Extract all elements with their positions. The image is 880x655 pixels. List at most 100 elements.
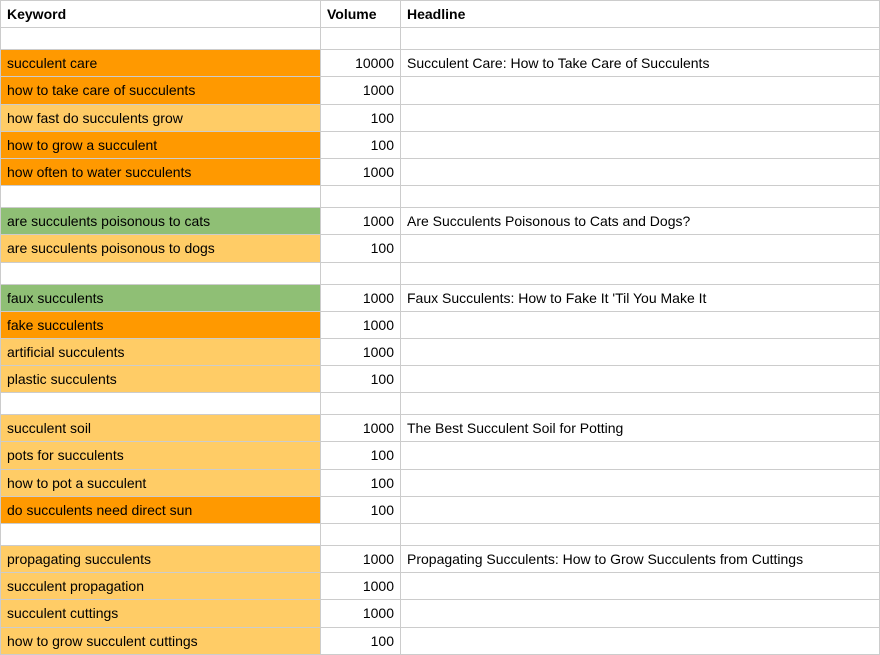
volume-cell[interactable]: 1000 xyxy=(321,77,401,104)
volume-cell[interactable]: 1000 xyxy=(321,573,401,600)
headline-cell[interactable] xyxy=(401,573,880,600)
spreadsheet-cell[interactable] xyxy=(1,28,321,50)
headline-cell[interactable]: Propagating Succulents: How to Grow Succ… xyxy=(401,546,880,573)
volume-cell[interactable]: 1000 xyxy=(321,311,401,338)
spreadsheet-cell[interactable] xyxy=(1,262,321,284)
keyword-cell[interactable]: how fast do succulents grow xyxy=(1,104,321,131)
spreadsheet-cell[interactable] xyxy=(321,186,401,208)
table-row: succulent cuttings1000 xyxy=(1,600,880,627)
table-row: do succulents need direct sun100 xyxy=(1,496,880,523)
keyword-cell[interactable]: pots for succulents xyxy=(1,442,321,469)
keyword-cell[interactable]: how to grow a succulent xyxy=(1,131,321,158)
keyword-cell[interactable]: succulent propagation xyxy=(1,573,321,600)
headline-cell[interactable] xyxy=(401,311,880,338)
headline-cell[interactable]: Faux Succulents: How to Fake It 'Til You… xyxy=(401,284,880,311)
keyword-cell[interactable]: do succulents need direct sun xyxy=(1,496,321,523)
table-body: succulent care10000Succulent Care: How t… xyxy=(1,28,880,655)
keyword-cell[interactable]: faux succulents xyxy=(1,284,321,311)
headline-cell[interactable] xyxy=(401,77,880,104)
headline-cell[interactable] xyxy=(401,131,880,158)
volume-cell[interactable]: 100 xyxy=(321,131,401,158)
keyword-cell[interactable]: how to take care of succulents xyxy=(1,77,321,104)
header-volume[interactable]: Volume xyxy=(321,1,401,28)
keyword-cell[interactable]: are succulents poisonous to cats xyxy=(1,208,321,235)
headline-cell[interactable] xyxy=(401,442,880,469)
table-row xyxy=(1,28,880,50)
headline-cell[interactable]: The Best Succulent Soil for Potting xyxy=(401,415,880,442)
table-row: how to take care of succulents1000 xyxy=(1,77,880,104)
keyword-cell[interactable]: succulent soil xyxy=(1,415,321,442)
table-row: artificial succulents1000 xyxy=(1,338,880,365)
headline-cell[interactable] xyxy=(401,366,880,393)
spreadsheet-cell[interactable] xyxy=(1,524,321,546)
table-row: how to pot a succulent100 xyxy=(1,469,880,496)
headline-cell[interactable] xyxy=(401,469,880,496)
keyword-cell[interactable]: artificial succulents xyxy=(1,338,321,365)
headline-cell[interactable]: Succulent Care: How to Take Care of Succ… xyxy=(401,50,880,77)
keyword-cell[interactable]: succulent care xyxy=(1,50,321,77)
table-row: how to grow a succulent100 xyxy=(1,131,880,158)
table-row: succulent propagation1000 xyxy=(1,573,880,600)
headline-cell[interactable] xyxy=(401,158,880,185)
keyword-cell[interactable]: how to grow succulent cuttings xyxy=(1,627,321,654)
header-keyword[interactable]: Keyword xyxy=(1,1,321,28)
spreadsheet-cell[interactable] xyxy=(321,393,401,415)
keyword-cell[interactable]: propagating succulents xyxy=(1,546,321,573)
volume-cell[interactable]: 100 xyxy=(321,235,401,262)
table-row: plastic succulents100 xyxy=(1,366,880,393)
header-headline[interactable]: Headline xyxy=(401,1,880,28)
headline-cell[interactable] xyxy=(401,104,880,131)
volume-cell[interactable]: 100 xyxy=(321,469,401,496)
volume-cell[interactable]: 1000 xyxy=(321,284,401,311)
table-row: how fast do succulents grow100 xyxy=(1,104,880,131)
table-row: are succulents poisonous to cats1000Are … xyxy=(1,208,880,235)
table-row: how to grow succulent cuttings100 xyxy=(1,627,880,654)
volume-cell[interactable]: 100 xyxy=(321,496,401,523)
volume-cell[interactable]: 100 xyxy=(321,104,401,131)
spreadsheet-cell[interactable] xyxy=(401,393,880,415)
table-row xyxy=(1,393,880,415)
table-row: propagating succulents1000Propagating Su… xyxy=(1,546,880,573)
volume-cell[interactable]: 1000 xyxy=(321,546,401,573)
headline-cell[interactable]: Are Succulents Poisonous to Cats and Dog… xyxy=(401,208,880,235)
volume-cell[interactable]: 100 xyxy=(321,366,401,393)
table-row: succulent care10000Succulent Care: How t… xyxy=(1,50,880,77)
headline-cell[interactable] xyxy=(401,338,880,365)
table-row: are succulents poisonous to dogs100 xyxy=(1,235,880,262)
keyword-cell[interactable]: succulent cuttings xyxy=(1,600,321,627)
volume-cell[interactable]: 100 xyxy=(321,442,401,469)
table-row xyxy=(1,524,880,546)
volume-cell[interactable]: 1000 xyxy=(321,600,401,627)
spreadsheet-cell[interactable] xyxy=(321,524,401,546)
keyword-cell[interactable]: plastic succulents xyxy=(1,366,321,393)
keyword-cell[interactable]: how often to water succulents xyxy=(1,158,321,185)
spreadsheet-cell[interactable] xyxy=(401,524,880,546)
headline-cell[interactable] xyxy=(401,235,880,262)
keyword-spreadsheet: Keyword Volume Headline succulent care10… xyxy=(0,0,880,655)
keyword-cell[interactable]: how to pot a succulent xyxy=(1,469,321,496)
volume-cell[interactable]: 1000 xyxy=(321,415,401,442)
volume-cell[interactable]: 100 xyxy=(321,627,401,654)
headline-cell[interactable] xyxy=(401,600,880,627)
header-row: Keyword Volume Headline xyxy=(1,1,880,28)
spreadsheet-cell[interactable] xyxy=(401,186,880,208)
spreadsheet-cell[interactable] xyxy=(321,28,401,50)
table-row: fake succulents1000 xyxy=(1,311,880,338)
table-row: faux succulents1000Faux Succulents: How … xyxy=(1,284,880,311)
table-row: how often to water succulents1000 xyxy=(1,158,880,185)
table-row xyxy=(1,262,880,284)
spreadsheet-cell[interactable] xyxy=(401,262,880,284)
volume-cell[interactable]: 10000 xyxy=(321,50,401,77)
volume-cell[interactable]: 1000 xyxy=(321,208,401,235)
spreadsheet-cell[interactable] xyxy=(1,186,321,208)
spreadsheet-cell[interactable] xyxy=(401,28,880,50)
headline-cell[interactable] xyxy=(401,496,880,523)
volume-cell[interactable]: 1000 xyxy=(321,338,401,365)
spreadsheet-cell[interactable] xyxy=(1,393,321,415)
keyword-cell[interactable]: are succulents poisonous to dogs xyxy=(1,235,321,262)
volume-cell[interactable]: 1000 xyxy=(321,158,401,185)
table-row: succulent soil1000The Best Succulent Soi… xyxy=(1,415,880,442)
headline-cell[interactable] xyxy=(401,627,880,654)
spreadsheet-cell[interactable] xyxy=(321,262,401,284)
keyword-cell[interactable]: fake succulents xyxy=(1,311,321,338)
